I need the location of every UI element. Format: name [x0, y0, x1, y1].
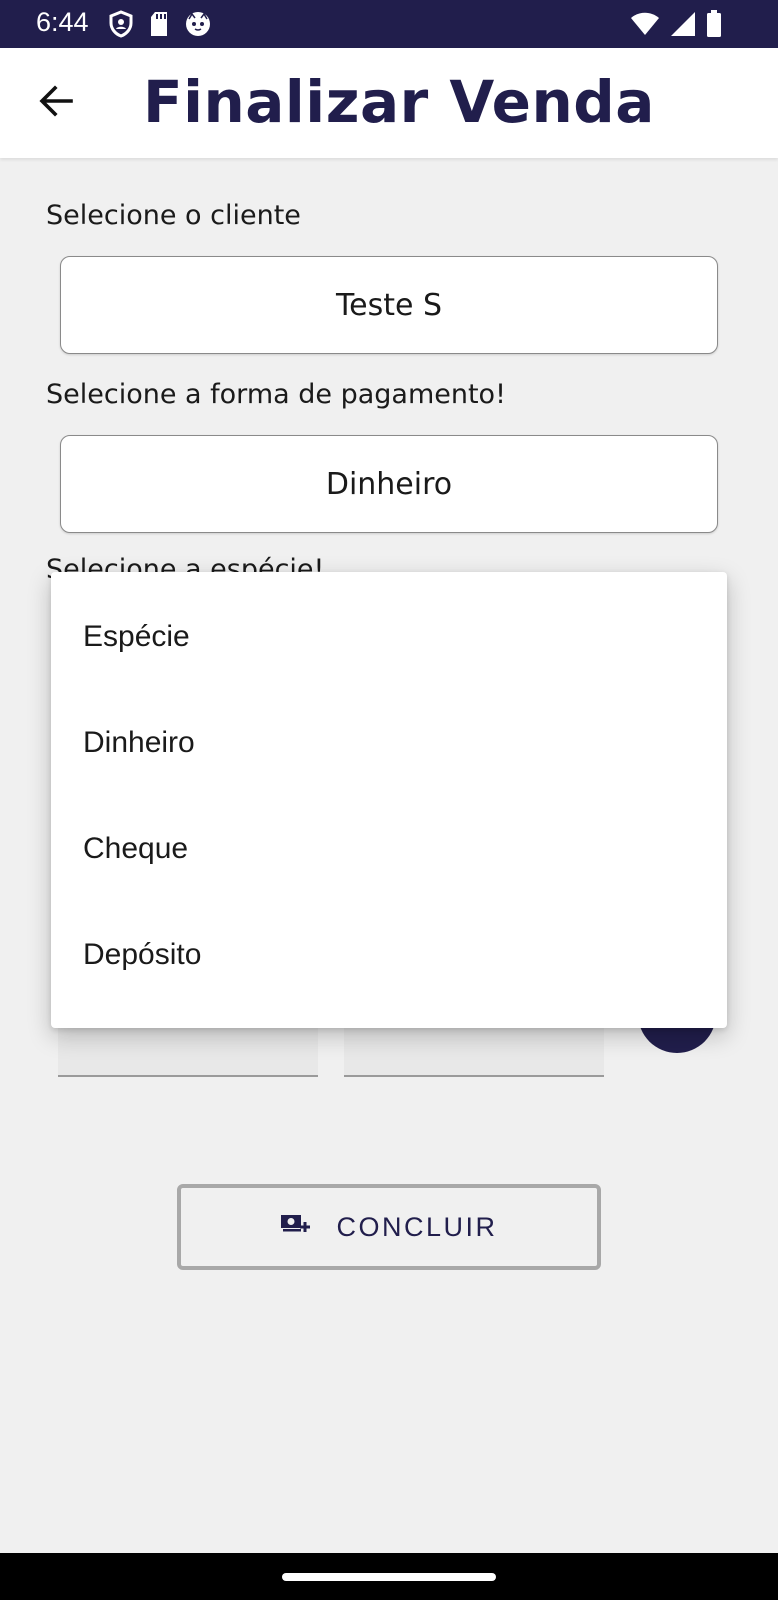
dropdown-item-deposito[interactable]: Depósito [51, 902, 727, 1008]
sd-card-icon [148, 10, 170, 42]
dropdown-item-especie[interactable]: Espécie [51, 584, 727, 690]
status-time: 6:44 [36, 7, 89, 37]
arrow-back-icon [37, 83, 73, 123]
dropdown-item-cheque[interactable]: Cheque [51, 796, 727, 902]
shield-icon [108, 10, 134, 42]
payment-select[interactable]: Dinheiro [60, 435, 718, 533]
battery-icon [706, 10, 722, 42]
concluir-button[interactable]: CONCLUIR [177, 1184, 601, 1270]
cash-plus-icon [280, 1212, 311, 1243]
app-bar: Finalizar Venda [0, 48, 778, 158]
species-dropdown-menu: Espécie Dinheiro Cheque Depósito [51, 572, 727, 1028]
signal-icon [670, 11, 696, 41]
cat-face-icon [184, 10, 212, 42]
navigation-bar [0, 1553, 778, 1600]
client-label: Selecione o cliente [46, 200, 301, 231]
dropdown-item-dinheiro[interactable]: Dinheiro [51, 690, 727, 796]
client-select[interactable]: Teste S [60, 256, 718, 354]
wifi-icon [630, 11, 660, 41]
page-title: Finalizar Venda [143, 68, 655, 136]
home-handle[interactable] [282, 1573, 496, 1581]
status-bar: 6:44 [0, 0, 778, 48]
back-button[interactable] [30, 78, 80, 128]
concluir-label: CONCLUIR [336, 1211, 498, 1242]
payment-label: Selecione a forma de pagamento! [46, 379, 506, 410]
